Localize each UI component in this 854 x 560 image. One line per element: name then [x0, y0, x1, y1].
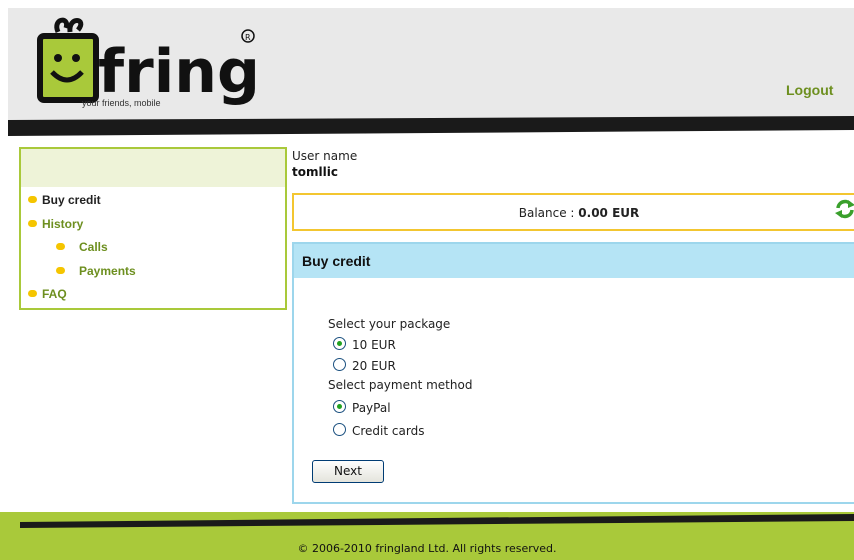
buy-credit-header: Buy credit	[294, 244, 854, 278]
package-label: Select your package	[328, 317, 451, 331]
balance-text: Balance : 0.00 EUR	[294, 206, 854, 220]
payment-method-label: Select payment method	[328, 378, 473, 392]
footer-swoosh	[20, 514, 854, 528]
credit-cards-label[interactable]: Credit cards	[352, 424, 424, 438]
svg-text:R: R	[245, 33, 251, 42]
next-button[interactable]: Next	[312, 460, 384, 483]
bullet-icon	[56, 243, 65, 251]
sidebar-item-label: Payments	[79, 264, 136, 278]
balance-value: 0.00 EUR	[578, 206, 640, 220]
user-name-label: User name	[292, 149, 358, 163]
header: fring R your friends, mobile Logout	[0, 0, 854, 136]
refresh-icon[interactable]	[834, 198, 854, 220]
buy-credit-title: Buy credit	[302, 253, 371, 269]
bullet-icon	[28, 290, 37, 298]
sidebar-item-label: Buy credit	[42, 193, 101, 207]
bullet-icon	[28, 196, 37, 204]
package-20-label[interactable]: 20 EUR	[352, 359, 396, 373]
svg-text:fring: fring	[98, 37, 260, 107]
sidebar-item-buy-credit[interactable]: Buy credit	[28, 193, 101, 207]
logo-tagline: your friends, mobile	[82, 98, 161, 108]
logout-link[interactable]: Logout	[786, 82, 833, 98]
copyright-text: © 2006-2010 fringland Ltd. All rights re…	[297, 542, 557, 555]
sidebar-header	[21, 149, 285, 187]
sidebar-item-payments[interactable]: Payments	[56, 264, 136, 278]
header-swoosh	[8, 116, 854, 136]
bullet-icon	[28, 220, 37, 228]
package-20-radio[interactable]	[333, 358, 346, 371]
paypal-radio[interactable]	[333, 400, 346, 413]
paypal-label[interactable]: PayPal	[352, 401, 391, 415]
user-name-value: tomllic	[292, 165, 338, 179]
sidebar-item-faq[interactable]: FAQ	[28, 287, 67, 301]
balance-box: Balance : 0.00 EUR	[292, 193, 854, 231]
package-10-radio[interactable]	[333, 337, 346, 350]
bullet-icon	[56, 267, 65, 275]
sidebar-item-history[interactable]: History	[28, 217, 83, 231]
credit-cards-radio[interactable]	[333, 423, 346, 436]
sidebar-item-label: Calls	[79, 240, 108, 254]
sidebar-item-label: FAQ	[42, 287, 67, 301]
sidebar-item-calls[interactable]: Calls	[56, 240, 108, 254]
balance-label: Balance :	[518, 206, 579, 220]
sidebar-item-label: History	[42, 217, 84, 231]
package-10-label[interactable]: 10 EUR	[352, 338, 396, 352]
